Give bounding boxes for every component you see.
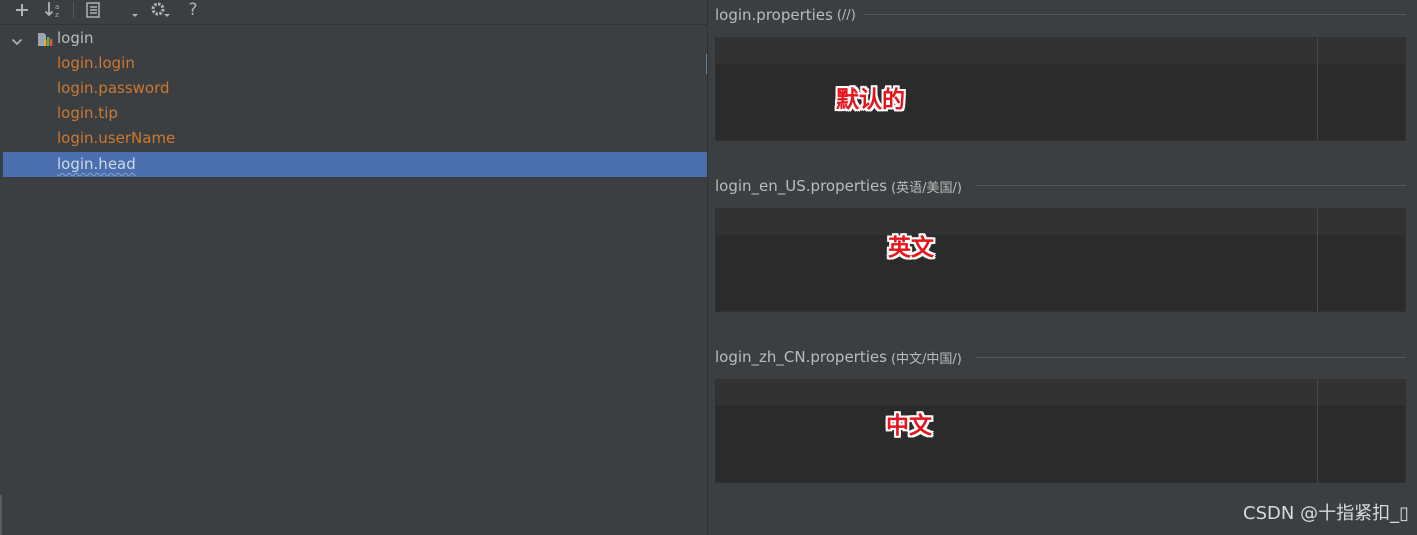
current-line-highlight	[716, 209, 1405, 235]
locale-values-panel: login.properties (//) 默认的 login_en_US.pr…	[708, 0, 1417, 535]
value-editor-zh-cn[interactable]	[715, 379, 1406, 483]
resource-bundle-icon	[36, 30, 54, 52]
current-line-highlight	[716, 38, 1405, 64]
panel-edge	[0, 495, 2, 535]
add-icon[interactable]	[10, 0, 34, 20]
file-name: login_en_US.properties	[715, 177, 888, 195]
tree-key-item[interactable]: login.userName	[3, 126, 707, 151]
value-editor-en-us[interactable]	[715, 208, 1406, 312]
tree-key-item[interactable]: login.tip	[3, 101, 707, 126]
annotation-en-us: 英文	[888, 235, 934, 261]
key-label: login.login	[57, 54, 135, 72]
section-divider	[976, 357, 1406, 358]
locale-label: (中文/中国/)	[890, 351, 962, 367]
section-title-zh-cn: login_zh_CN.properties (中文/中国/)	[715, 347, 962, 367]
file-name: login.properties	[715, 6, 833, 24]
locale-label: (//)	[836, 7, 856, 23]
resource-bundle-keys-panel: a z ? login login.login login.password l…	[0, 0, 707, 535]
csdn-watermark: CSDN @十指紧扣_▯	[1243, 503, 1409, 524]
section-divider	[976, 185, 1406, 186]
current-line-highlight	[716, 380, 1405, 406]
key-label: login.head	[57, 155, 136, 173]
key-label: login.userName	[57, 129, 176, 147]
section-title-en-us: login_en_US.properties (英语/美国/)	[715, 176, 962, 196]
key-label: login.tip	[57, 104, 118, 122]
tree-root-login[interactable]: login	[3, 26, 707, 51]
right-margin-guide	[1317, 380, 1318, 482]
dropdown-arrow-icon[interactable]	[123, 0, 147, 20]
group-by-icon[interactable]	[82, 0, 106, 20]
tree-key-item[interactable]: login.login	[3, 51, 707, 76]
key-label: login.password	[57, 79, 170, 97]
file-name: login_zh_CN.properties	[715, 348, 887, 366]
settings-gear-icon[interactable]	[148, 0, 172, 20]
tree-root-label: login	[57, 29, 94, 47]
tree-key-item[interactable]: login.password	[3, 76, 707, 101]
annotation-zh-cn: 中文	[886, 413, 932, 439]
scroll-indicator[interactable]	[706, 54, 707, 74]
annotation-default: 默认的	[836, 87, 905, 113]
svg-text:a: a	[55, 3, 59, 11]
section-divider	[863, 14, 1406, 15]
chevron-down-icon[interactable]	[11, 33, 23, 51]
toolbar-separator	[73, 2, 74, 18]
sort-alphabetically-icon[interactable]: a z	[42, 0, 66, 20]
section-title-default: login.properties (//)	[715, 5, 856, 25]
locale-label: (英语/美国/)	[891, 180, 962, 196]
value-editor-default[interactable]	[715, 37, 1406, 141]
svg-text:z: z	[55, 11, 59, 19]
tree-key-item-selected[interactable]: login.head	[3, 152, 707, 177]
right-margin-guide	[1317, 209, 1318, 311]
keys-toolbar: a z ?	[0, 0, 707, 25]
help-icon[interactable]: ?	[181, 0, 205, 20]
right-margin-guide	[1317, 38, 1318, 140]
